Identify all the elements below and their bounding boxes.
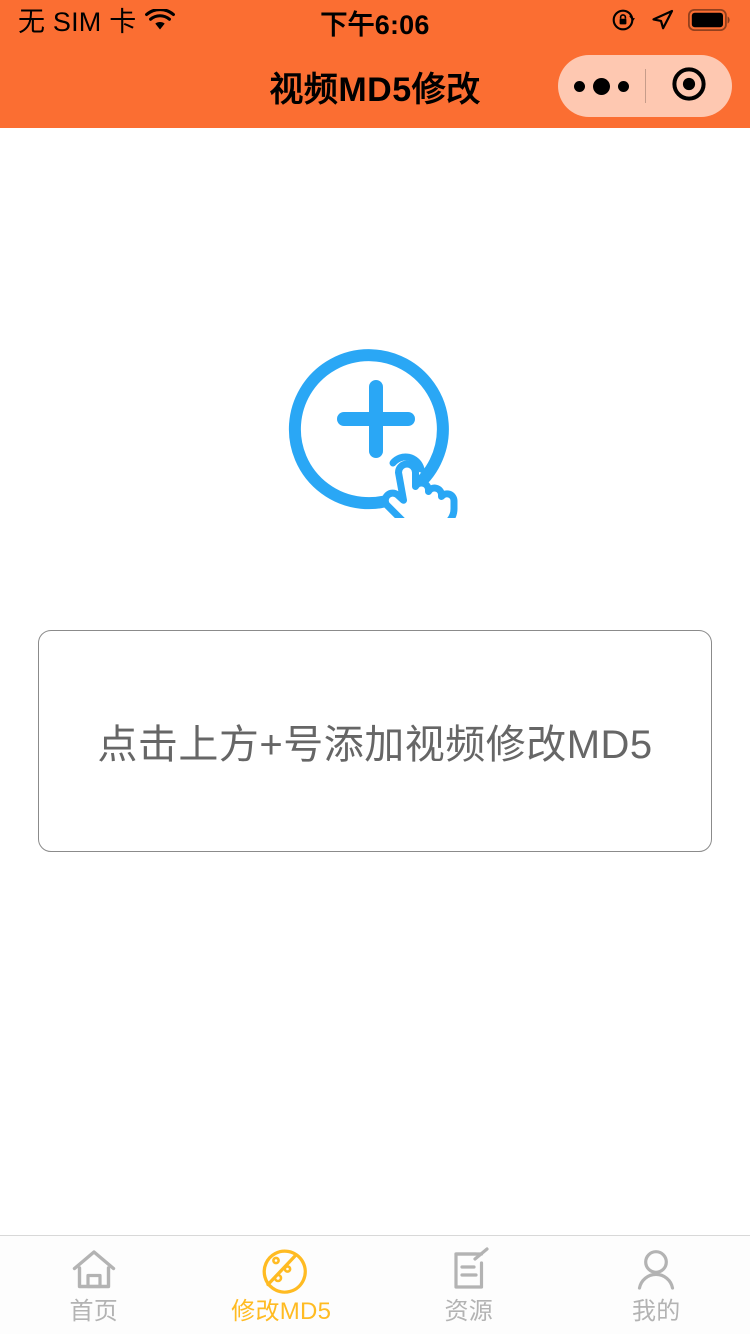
tab-modify-md5[interactable]: 修改MD5 bbox=[188, 1244, 376, 1324]
carrier-label: 无 SIM 卡 bbox=[18, 6, 137, 37]
tab-bar: 首页 修改MD5 资源 我的 bbox=[0, 1235, 750, 1334]
tab-home-label: 首页 bbox=[69, 1298, 119, 1325]
content-area: 点击上方+号添加视频修改MD5 bbox=[0, 128, 750, 1235]
tab-resources[interactable]: 资源 bbox=[375, 1244, 563, 1324]
nav-bar: 视频MD5修改 bbox=[0, 44, 750, 128]
document-pen-icon bbox=[443, 1244, 495, 1296]
status-bar-left: 无 SIM 卡 bbox=[18, 6, 176, 37]
header: 无 SIM 卡 下午6:06 视频MD5修改 bbox=[0, 0, 750, 128]
capsule-close-button[interactable] bbox=[646, 64, 733, 109]
rotation-lock-icon bbox=[611, 7, 637, 38]
more-dots-icon bbox=[573, 77, 629, 95]
miniprogram-capsule[interactable] bbox=[558, 55, 732, 117]
empty-state-hint-text: 点击上方+号添加视频修改MD5 bbox=[97, 723, 653, 767]
page-title: 视频MD5修改 bbox=[269, 70, 481, 109]
tab-profile-label: 我的 bbox=[631, 1298, 681, 1325]
status-bar: 无 SIM 卡 下午6:06 bbox=[0, 0, 750, 44]
palette-icon bbox=[255, 1244, 308, 1296]
add-circle-tap-icon bbox=[285, 338, 465, 530]
capsule-menu-button[interactable] bbox=[558, 77, 645, 95]
tab-home[interactable]: 首页 bbox=[0, 1244, 188, 1324]
location-arrow-icon bbox=[650, 7, 675, 37]
battery-full-icon bbox=[687, 8, 732, 36]
target-circle-icon bbox=[669, 64, 709, 109]
empty-state-hint-box: 点击上方+号添加视频修改MD5 bbox=[38, 630, 712, 852]
add-video-button[interactable] bbox=[285, 338, 465, 530]
wifi-icon bbox=[145, 7, 176, 36]
person-icon bbox=[630, 1244, 682, 1296]
app-screen: 无 SIM 卡 下午6:06 视频MD5修改 点击上方+号添加视频修改MD5 首… bbox=[0, 0, 750, 1334]
tab-profile[interactable]: 我的 bbox=[563, 1244, 750, 1324]
tab-resources-label: 资源 bbox=[444, 1298, 494, 1325]
home-icon bbox=[68, 1244, 120, 1296]
tab-modify-md5-label: 修改MD5 bbox=[231, 1298, 332, 1325]
status-bar-right bbox=[611, 7, 732, 38]
